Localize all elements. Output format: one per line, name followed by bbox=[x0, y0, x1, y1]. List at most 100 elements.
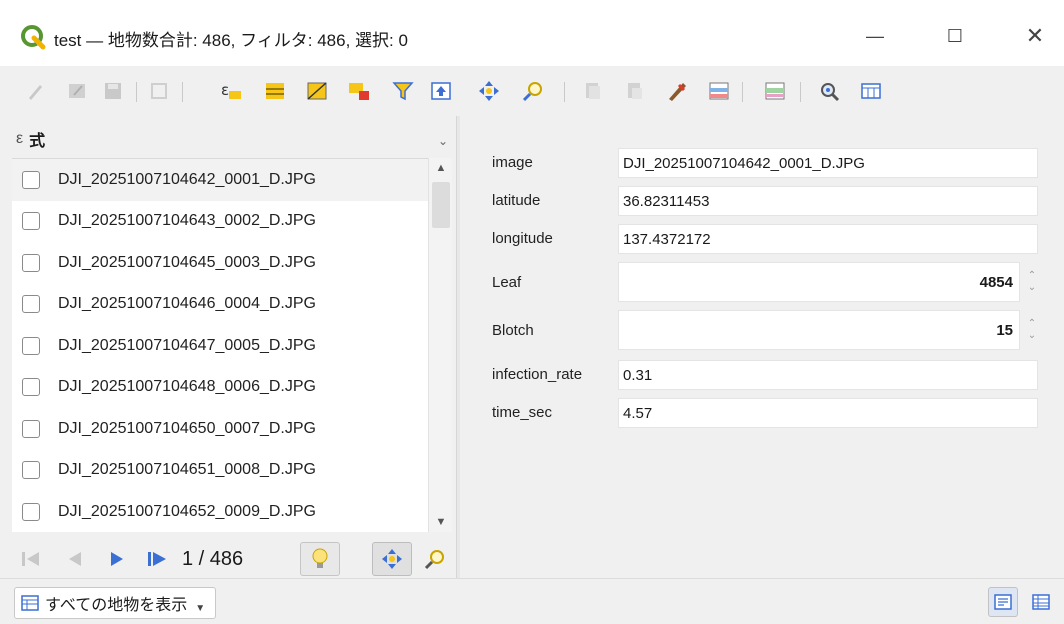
scroll-up-icon[interactable]: ▲ bbox=[429, 158, 453, 178]
feature-filter-dropdown[interactable]: すべての地物を表示 ▼ bbox=[14, 587, 217, 619]
feature-name: DJI_20251007104643_0002_D.JPG bbox=[58, 212, 316, 230]
auto-pan-button[interactable] bbox=[372, 542, 412, 576]
checkbox[interactable] bbox=[22, 295, 40, 314]
toolbar: ε bbox=[0, 66, 1064, 116]
previous-feature-icon[interactable] bbox=[62, 546, 88, 572]
window-title: test — 地物数合計: 486, フィルタ: 486, 選択: 0 bbox=[54, 31, 408, 50]
invert-selection-icon[interactable] bbox=[304, 78, 330, 104]
field-input-image[interactable]: DJI_20251007104642_0001_D.JPG bbox=[618, 148, 1038, 178]
feature-name: DJI_20251007104646_0004_D.JPG bbox=[58, 295, 316, 313]
conditional-format-icon[interactable] bbox=[706, 78, 732, 104]
field-spinbox-blotch[interactable]: 15 bbox=[618, 310, 1020, 350]
edit-pencil-icon[interactable] bbox=[22, 78, 48, 104]
checkbox[interactable] bbox=[22, 212, 40, 231]
expression-label: 式 bbox=[29, 133, 46, 150]
actions-icon[interactable] bbox=[762, 78, 788, 104]
list-item[interactable]: DJI_20251007104648_0006_D.JPG bbox=[12, 367, 428, 409]
checkbox[interactable] bbox=[22, 461, 40, 480]
feature-name: DJI_20251007104647_0005_D.JPG bbox=[58, 336, 316, 354]
feature-name: DJI_20251007104650_0007_D.JPG bbox=[58, 419, 316, 437]
auto-zoom-button[interactable] bbox=[420, 544, 450, 574]
field-input-time-sec[interactable]: 4.57 bbox=[618, 398, 1038, 428]
last-feature-icon[interactable] bbox=[144, 546, 172, 572]
reload-icon[interactable] bbox=[146, 78, 172, 104]
table-icon bbox=[21, 595, 39, 611]
feature-list[interactable]: DJI_20251007104642_0001_D.JPG DJI_202510… bbox=[12, 158, 428, 532]
list-item[interactable]: DJI_20251007104652_0009_D.JPG bbox=[12, 491, 428, 532]
scroll-down-icon[interactable]: ▼ bbox=[429, 512, 453, 532]
field-label-image: image bbox=[492, 154, 533, 171]
move-selection-to-top-icon[interactable] bbox=[428, 78, 454, 104]
attribute-form: image DJI_20251007104642_0001_D.JPG lati… bbox=[460, 116, 1064, 578]
maximize-button[interactable]: ☐ bbox=[932, 18, 978, 54]
feature-name: DJI_20251007104651_0008_D.JPG bbox=[58, 461, 316, 479]
minimize-button[interactable]: — bbox=[852, 18, 898, 54]
list-item[interactable]: DJI_20251007104647_0005_D.JPG bbox=[12, 325, 428, 367]
expression-select-icon[interactable]: ε bbox=[218, 78, 244, 104]
leaf-spin-arrows-icon[interactable]: ⌃ ⌄ bbox=[1024, 262, 1040, 302]
title-bar: test — 地物数合計: 486, フィルタ: 486, 選択: 0 — ☐ … bbox=[0, 0, 1064, 66]
page-indicator: 1 / 486 bbox=[182, 548, 244, 570]
navigation-bar: 1 / 486 bbox=[12, 540, 456, 576]
table-view-icon bbox=[1032, 594, 1050, 610]
filter-icon[interactable] bbox=[390, 78, 416, 104]
deselect-icon[interactable] bbox=[346, 78, 372, 104]
list-item[interactable]: DJI_20251007104646_0004_D.JPG bbox=[12, 284, 428, 326]
pan-icon bbox=[382, 549, 402, 569]
field-input-latitude[interactable]: 36.82311453 bbox=[618, 186, 1038, 216]
highlight-button[interactable] bbox=[300, 542, 340, 576]
field-spinbox-leaf[interactable]: 4854 bbox=[618, 262, 1020, 302]
field-calculator-icon[interactable] bbox=[664, 78, 690, 104]
paste-icon[interactable] bbox=[622, 78, 648, 104]
list-item[interactable]: DJI_20251007104643_0002_D.JPG bbox=[12, 201, 428, 243]
list-item[interactable]: DJI_20251007104645_0003_D.JPG bbox=[12, 242, 428, 284]
form-view-button[interactable] bbox=[988, 587, 1018, 617]
field-label-leaf: Leaf bbox=[492, 274, 522, 291]
chevron-down-icon[interactable]: ⌄ bbox=[438, 134, 448, 148]
field-label-longitude: longitude bbox=[492, 230, 553, 247]
checkbox[interactable] bbox=[22, 170, 40, 189]
field-input-infection-rate[interactable]: 0.31 bbox=[618, 360, 1038, 390]
zoom-to-selected-icon[interactable] bbox=[520, 78, 546, 104]
filter-label: すべての地物を表示 bbox=[45, 597, 188, 614]
save-icon[interactable] bbox=[100, 78, 126, 104]
field-input-longitude[interactable]: 137.4372172 bbox=[618, 224, 1038, 254]
field-label-blotch: Blotch bbox=[492, 322, 534, 339]
checkbox[interactable] bbox=[22, 502, 40, 521]
field-label-latitude: latitude bbox=[492, 192, 541, 209]
list-item[interactable]: DJI_20251007104642_0001_D.JPG bbox=[12, 159, 428, 201]
organize-columns-icon[interactable] bbox=[858, 78, 884, 104]
checkbox[interactable] bbox=[22, 419, 40, 438]
blotch-spin-arrows-icon[interactable]: ⌃ ⌄ bbox=[1024, 310, 1040, 350]
multi-edit-icon[interactable] bbox=[64, 78, 90, 104]
table-view-button[interactable] bbox=[1026, 587, 1056, 617]
feature-name: DJI_20251007104648_0006_D.JPG bbox=[58, 378, 316, 396]
field-label-infection-rate: infection_rate bbox=[492, 366, 583, 383]
vertical-scrollbar[interactable]: ▲ ▼ bbox=[428, 158, 452, 532]
list-item[interactable]: DJI_20251007104651_0008_D.JPG bbox=[12, 450, 428, 492]
first-feature-icon[interactable] bbox=[18, 546, 44, 572]
checkbox[interactable] bbox=[22, 378, 40, 397]
zoom-icon bbox=[424, 550, 444, 570]
checkbox[interactable] bbox=[22, 336, 40, 355]
feature-name: DJI_20251007104642_0001_D.JPG bbox=[58, 170, 316, 188]
expression-bar[interactable]: ε 式 ⌄ bbox=[12, 120, 456, 158]
checkbox[interactable] bbox=[22, 253, 40, 272]
select-all-icon[interactable] bbox=[262, 78, 288, 104]
feature-name: DJI_20251007104652_0009_D.JPG bbox=[58, 502, 316, 520]
main-area: ε 式 ⌄ DJI_20251007104642_0001_D.JPG DJI_… bbox=[0, 116, 1064, 578]
pan-to-selected-icon[interactable] bbox=[476, 78, 502, 104]
close-button[interactable]: ✕ bbox=[1012, 18, 1058, 54]
list-item[interactable]: DJI_20251007104650_0007_D.JPG bbox=[12, 408, 428, 450]
status-bar: すべての地物を表示 ▼ bbox=[0, 578, 1064, 624]
scroll-thumb[interactable] bbox=[432, 182, 450, 228]
field-label-time-sec: time_sec bbox=[492, 404, 553, 421]
dock-icon[interactable] bbox=[816, 78, 842, 104]
form-view-icon bbox=[994, 594, 1012, 610]
expression-icon: ε bbox=[16, 130, 24, 147]
svg-text:ε: ε bbox=[221, 81, 229, 99]
feature-name: DJI_20251007104645_0003_D.JPG bbox=[58, 253, 316, 271]
next-feature-icon[interactable] bbox=[104, 546, 130, 572]
lightbulb-icon bbox=[312, 548, 328, 568]
copy-icon[interactable] bbox=[580, 78, 606, 104]
